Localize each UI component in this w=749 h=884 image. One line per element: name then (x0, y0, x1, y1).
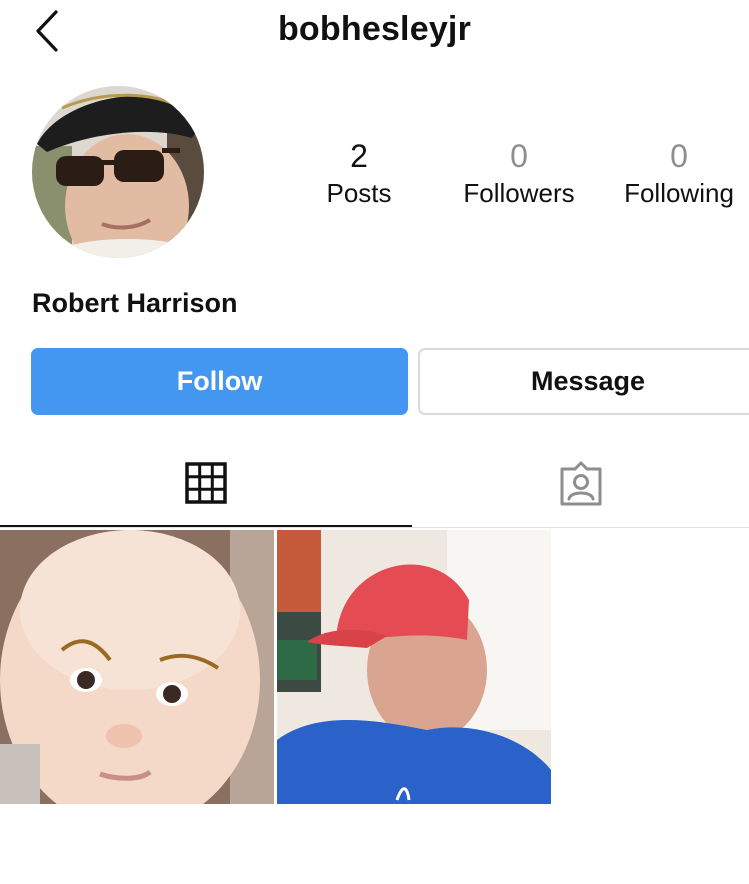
following-label: Following (624, 178, 734, 208)
post-thumbnail[interactable] (0, 530, 274, 804)
baby-photo (0, 530, 274, 804)
man-red-cap-photo (277, 530, 551, 804)
profile-screen: bobhesleyjr 2 Posts 0 Followers 0 Follow… (0, 0, 749, 884)
tab-tagged[interactable] (412, 440, 749, 528)
tab-divider (0, 527, 749, 528)
avatar-photo (32, 86, 204, 258)
tab-posts-grid[interactable] (0, 440, 412, 528)
followers-label: Followers (463, 178, 575, 208)
profile-username: bobhesleyjr (277, 10, 472, 48)
tagged-person-icon (560, 461, 601, 506)
profile-full-name: Robert Harrison (32, 288, 238, 318)
avatar[interactable] (32, 86, 204, 258)
message-button[interactable]: Message (418, 348, 749, 415)
posts-stat[interactable]: 2 Posts (289, 136, 429, 210)
grid-icon (185, 461, 227, 504)
posts-count: 2 (350, 138, 368, 174)
posts-label: Posts (326, 178, 392, 208)
post-thumbnail[interactable] (277, 530, 551, 804)
followers-count: 0 (510, 138, 528, 174)
following-stat[interactable]: 0 Following (609, 136, 749, 210)
following-count: 0 (670, 138, 688, 174)
followers-stat[interactable]: 0 Followers (449, 136, 589, 210)
follow-button[interactable]: Follow (31, 348, 408, 415)
